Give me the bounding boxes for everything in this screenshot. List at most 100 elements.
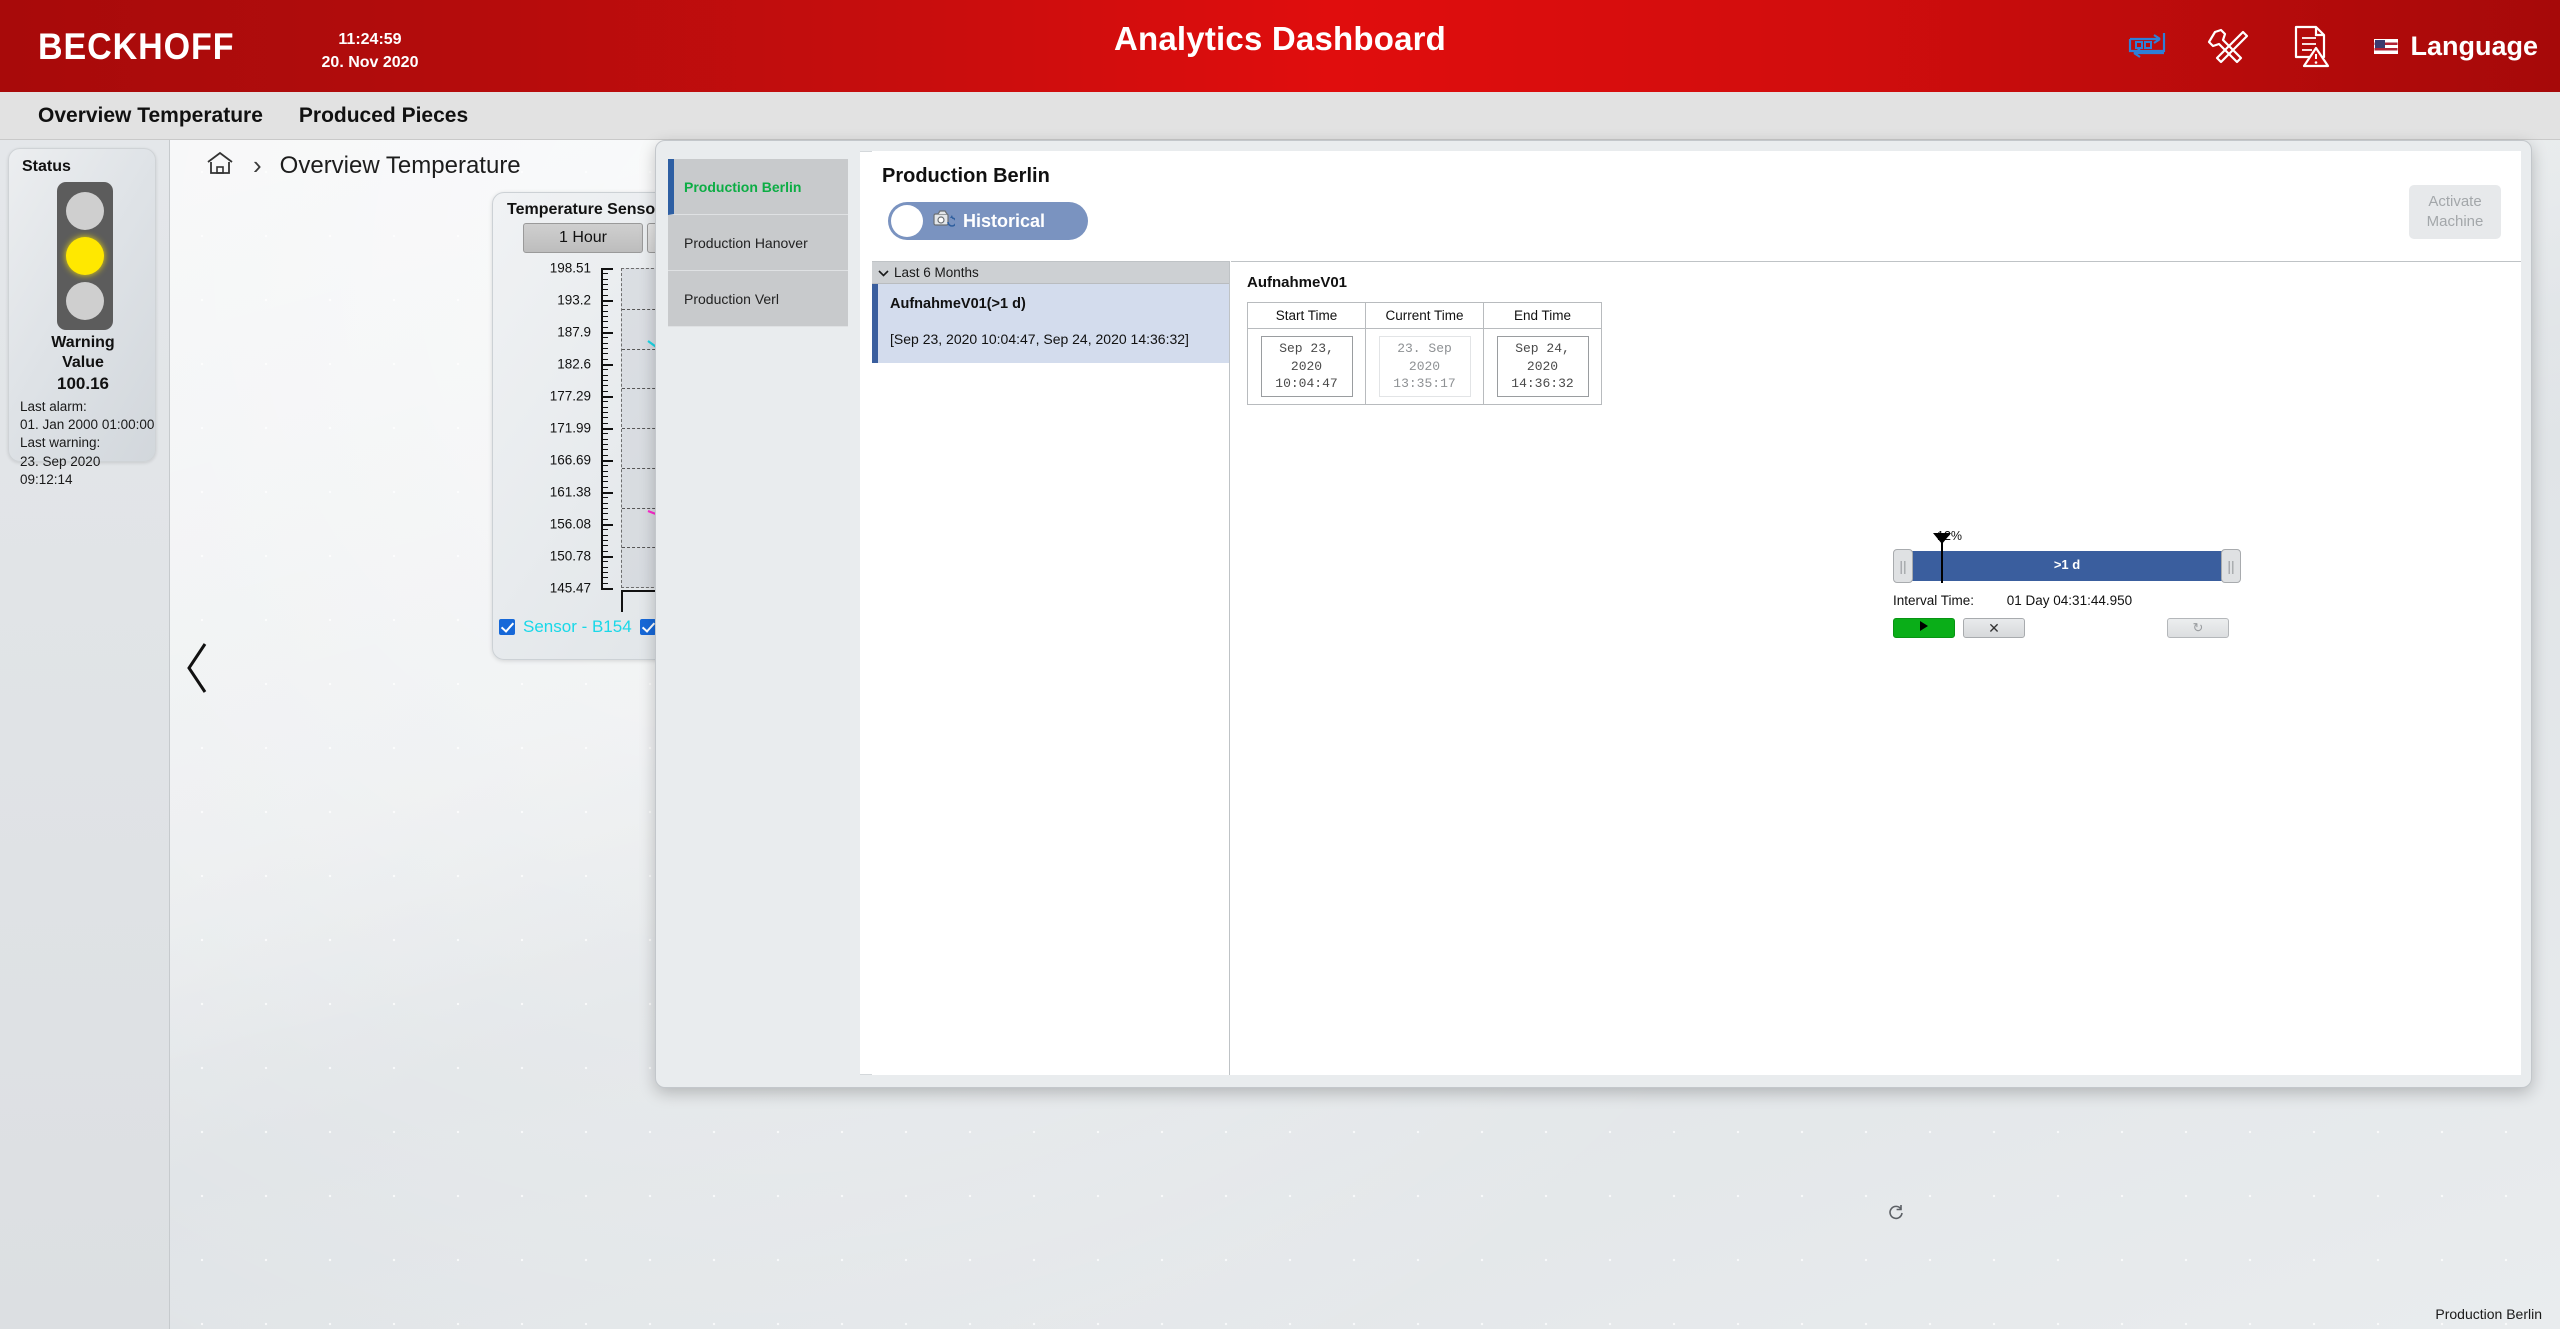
camera-history-icon xyxy=(933,209,957,233)
document-warning-icon[interactable] xyxy=(2286,21,2336,71)
end-time-field[interactable]: Sep 24, 2020 14:36:32 xyxy=(1496,336,1589,397)
chart-y-minor-tick xyxy=(601,289,608,291)
chart-y-tick: 145.47 xyxy=(549,580,591,596)
chart-y-minor-tick xyxy=(601,529,608,531)
status-value: 100.16 xyxy=(57,374,109,393)
status-value-label: Value xyxy=(62,354,104,371)
chart-y-minor-tick xyxy=(601,470,608,472)
chart-y-minor-tick xyxy=(601,390,608,392)
chart-y-minor-tick xyxy=(601,566,608,568)
table-row: Sep 23, 2020 10:04:47 23. Sep 2020 13:35… xyxy=(1247,328,1602,405)
current-time-cell: 23. Sep 2020 13:35:17 xyxy=(1365,328,1484,405)
sidebar-item-production-berlin[interactable]: Production Berlin xyxy=(668,159,848,215)
start-time-cell: Sep 23, 2020 10:04:47 xyxy=(1247,328,1366,405)
menu-item-overview-temperature[interactable]: Overview Temperature xyxy=(38,104,263,128)
last-warning-label: Last warning: xyxy=(20,435,101,451)
last-alarm-value: 01. Jan 2000 01:00:00 xyxy=(20,417,155,433)
chart-y-minor-tick xyxy=(601,348,608,349)
range-button-1-hour[interactable]: 1 Hour xyxy=(523,223,643,253)
chart-y-minor-tick xyxy=(601,294,608,296)
timeline-slider[interactable]: >1 d || || xyxy=(1893,533,2241,583)
chart-y-minor-tick xyxy=(601,481,608,483)
language-selector[interactable]: Language xyxy=(2368,31,2538,62)
menu-item-produced-pieces[interactable]: Produced Pieces xyxy=(299,104,468,128)
reset-button[interactable]: ↻ xyxy=(2167,618,2229,638)
process-flow-icon[interactable] xyxy=(2122,21,2172,71)
chart-y-minor-tick xyxy=(601,577,608,579)
chart-y-tick: 166.69 xyxy=(549,452,591,468)
chart-y-minor-tick xyxy=(601,545,608,547)
reset-icon: ↻ xyxy=(2192,620,2204,635)
chart-y-minor-tick xyxy=(601,374,608,376)
chart-y-minor-tick xyxy=(601,369,608,371)
chart-y-tick: 177.29 xyxy=(549,388,591,404)
slider-position-marker[interactable] xyxy=(1933,533,1951,583)
tools-icon[interactable] xyxy=(2204,21,2254,71)
slider-handle-left[interactable]: || xyxy=(1893,549,1913,583)
chart-y-minor-tick xyxy=(601,316,608,317)
list-item[interactable]: AufnahmeV01(>1 d) [Sep 23, 2020 10:04:47… xyxy=(872,284,1229,363)
recording-range: [Sep 23, 2020 10:04:47, Sep 24, 2020 14:… xyxy=(890,331,1189,347)
chart-y-minor-tick xyxy=(601,534,608,536)
chart-y-tick: 198.51 xyxy=(549,260,591,276)
sidebar-item-production-hanover[interactable]: Production Hanover xyxy=(668,215,848,271)
modal-title: Production Berlin xyxy=(882,165,1050,187)
stop-button[interactable]: ✕ xyxy=(1963,618,2025,638)
chart-y-minor-tick xyxy=(601,497,608,499)
chart-y-minor-tick xyxy=(601,380,608,381)
interval-time-value: 01 Day 04:31:44.950 xyxy=(2006,593,2133,608)
chevron-left-icon[interactable] xyxy=(175,630,219,706)
chart-y-minor-tick xyxy=(601,561,608,563)
facility-list: Production Berlin Production Hanover Pro… xyxy=(668,159,848,327)
timeline-duration-label: >1 d xyxy=(2053,557,2081,572)
breadcrumb: › Overview Temperature xyxy=(205,150,521,181)
play-button[interactable] xyxy=(1893,618,1955,638)
chart-y-minor-tick xyxy=(601,406,608,408)
chart-y-minor-tick xyxy=(601,278,608,280)
chart-y-minor-tick xyxy=(601,492,608,493)
chart-y-minor-tick xyxy=(601,273,608,275)
historical-toggle[interactable]: Historical xyxy=(888,202,1088,240)
chart-y-tick: 193.2 xyxy=(557,292,591,308)
chart-y-minor-tick xyxy=(601,358,608,360)
chart-y-minor-tick xyxy=(601,449,608,451)
toggle-label: Historical xyxy=(963,210,1046,231)
status-footer: Last alarm: 01. Jan 2000 01:00:00 Last w… xyxy=(20,398,155,489)
current-time-field: 23. Sep 2020 13:35:17 xyxy=(1378,336,1471,397)
chart-y-minor-tick xyxy=(601,518,608,520)
legend-label-sensor-b154: Sensor - B154 xyxy=(523,617,632,636)
chart-y-minor-tick xyxy=(601,444,608,445)
chart-y-minor-tick xyxy=(601,438,608,440)
timeline-slider-track[interactable]: >1 d xyxy=(1911,551,2223,581)
legend-checkbox-sensor-b154[interactable] xyxy=(499,619,515,635)
chart-y-tick: 150.78 xyxy=(549,548,591,564)
chart-y-minor-tick xyxy=(601,502,608,504)
chart-y-minor-tick xyxy=(601,268,608,269)
chart-y-minor-tick xyxy=(601,465,608,467)
recording-group-header[interactable]: Last 6 Months xyxy=(872,262,1229,284)
chart-y-minor-tick xyxy=(601,305,608,307)
chart-y-minor-tick xyxy=(601,417,608,419)
interval-time-label: Interval Time: xyxy=(1893,593,1975,608)
chart-y-minor-tick xyxy=(601,588,608,589)
sidebar-item-production-verl[interactable]: Production Verl xyxy=(668,271,848,327)
start-time-field[interactable]: Sep 23, 2020 10:04:47 xyxy=(1260,336,1353,397)
table-header-row: Start Time Current Time End Time xyxy=(1247,302,1602,329)
activate-machine-button[interactable]: Activate Machine xyxy=(2409,185,2501,239)
chart-y-minor-tick xyxy=(601,550,608,552)
breadcrumb-separator: › xyxy=(253,150,262,180)
language-label: Language xyxy=(2410,30,2538,61)
traffic-light-lamp-bottom xyxy=(66,282,104,321)
column-header-current-time: Current Time xyxy=(1365,302,1484,329)
chart-y-axis: 198.51 193.2 187.9 182.6 177.29 171.99 166.69 1… xyxy=(523,261,601,596)
chart-y-minor-tick xyxy=(601,284,608,285)
refresh-icon[interactable] xyxy=(1887,1203,1907,1223)
home-icon[interactable] xyxy=(205,150,235,181)
legend-checkbox-sensor-b155[interactable] xyxy=(639,619,656,635)
main-menubar: Overview Temperature Produced Pieces xyxy=(0,92,2560,140)
chart-y-minor-tick xyxy=(601,540,608,541)
header-icon-group: Language xyxy=(2122,0,2538,92)
slider-handle-right[interactable]: || xyxy=(2221,549,2241,583)
chart-y-minor-tick xyxy=(601,460,608,461)
chart-y-minor-tick xyxy=(601,321,608,323)
